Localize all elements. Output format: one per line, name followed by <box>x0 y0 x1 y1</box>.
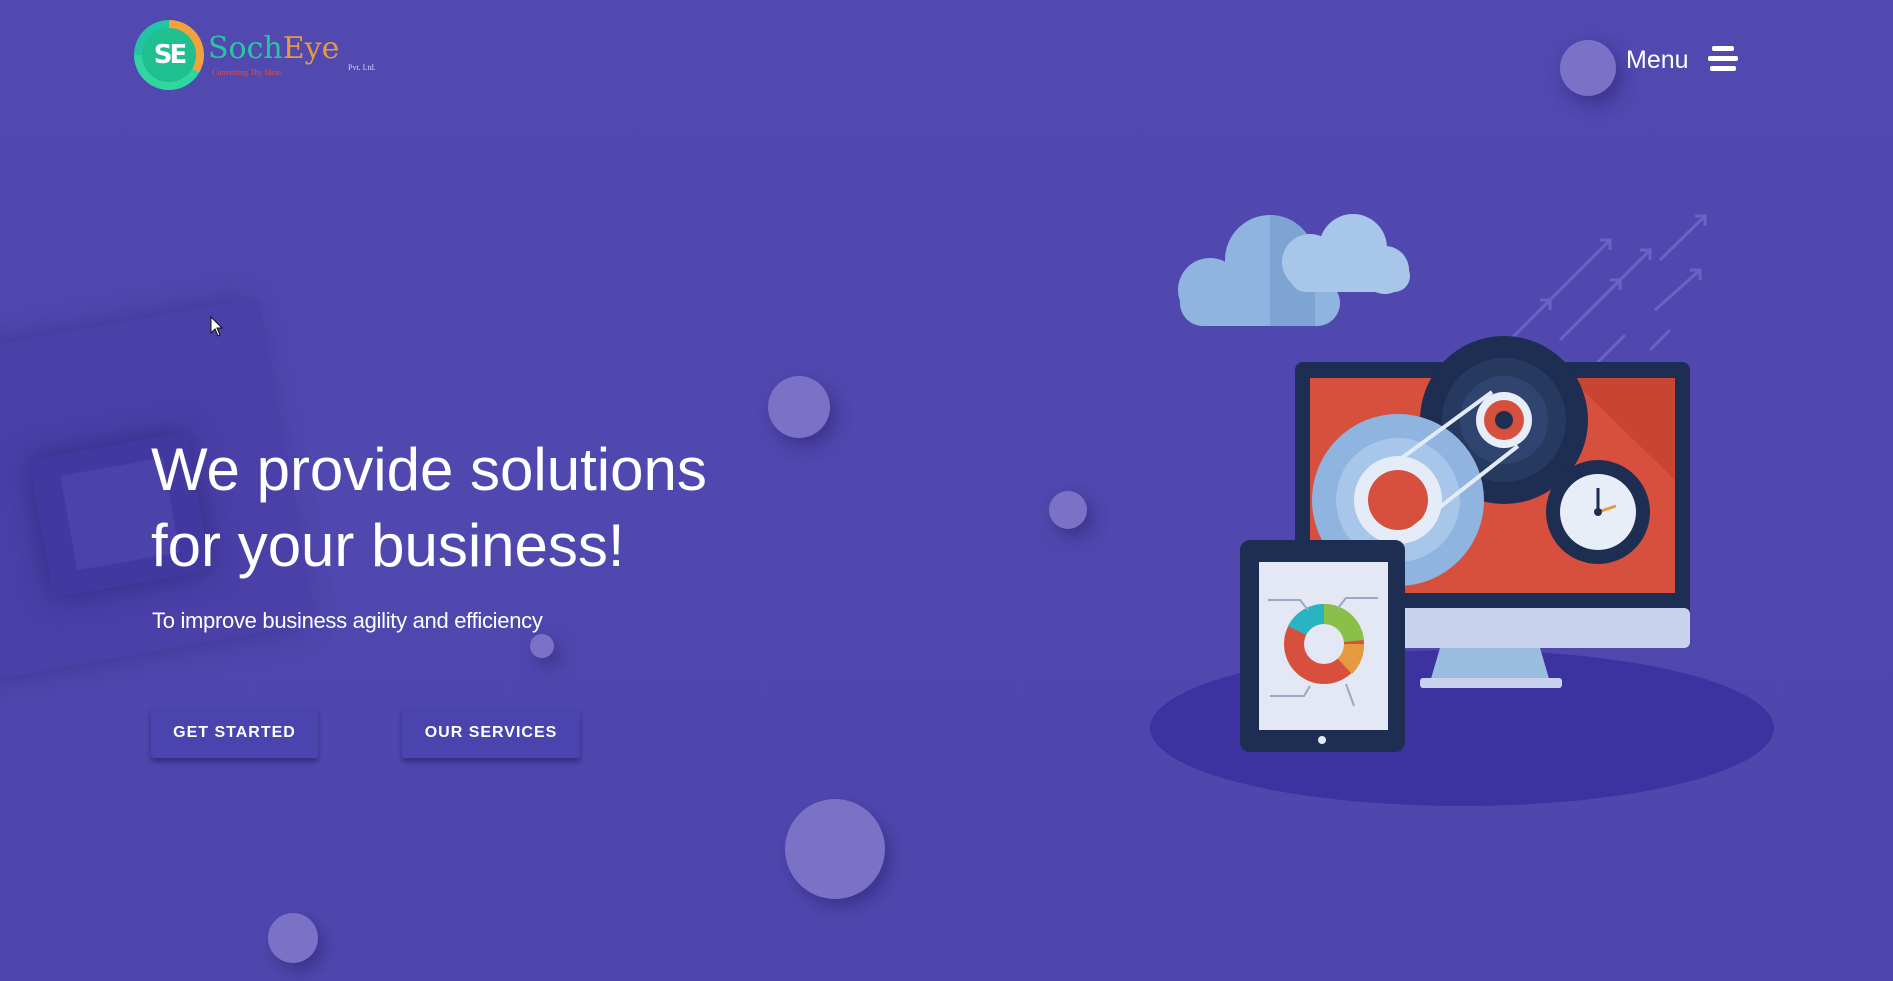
logo-mark-text: SE <box>142 28 196 82</box>
logo-suffix: Pvt. Ltd. <box>348 63 376 72</box>
mouse-pointer-icon <box>210 316 224 337</box>
cloud-icon <box>1178 214 1410 326</box>
landing-page: SE SochEye Converting Thy Ideas Pvt. Ltd… <box>0 0 1893 981</box>
menu-bubble <box>1560 40 1616 96</box>
hero-title: We provide solutions for your business! <box>151 432 871 584</box>
decorative-bubble <box>1049 491 1087 529</box>
hero-illustration <box>1140 200 1780 840</box>
our-services-button[interactable]: OUR SERVICES <box>402 708 580 758</box>
hero-subtitle: To improve business agility and efficien… <box>152 608 543 633</box>
menu-label: Menu <box>1626 46 1689 74</box>
decorative-bubble <box>268 913 318 963</box>
hamburger-menu-icon[interactable] <box>1708 46 1738 72</box>
decorative-bubble <box>785 799 885 899</box>
logo-tagline: Converting Thy Ideas <box>212 68 282 77</box>
menu-toggle-button[interactable]: Menu <box>1560 38 1740 98</box>
logo-word-part2: Eye <box>282 31 340 66</box>
decorative-bubble <box>768 376 830 438</box>
tablet-icon <box>1240 540 1405 752</box>
hero-title-line2: for your business! <box>151 512 625 579</box>
logo-mark-icon: SE <box>134 20 204 90</box>
cloud-computing-gears-monitor-tablet-illustration <box>1150 214 1774 806</box>
get-started-button[interactable]: GET STARTED <box>151 708 318 758</box>
hero-title-line1: We provide solutions <box>151 436 707 503</box>
site-logo[interactable]: SE SochEye Converting Thy Ideas Pvt. Ltd… <box>134 18 376 90</box>
decorative-bubble <box>530 634 554 658</box>
clock-icon <box>1546 460 1650 564</box>
logo-wordmark: SochEye <box>208 32 339 66</box>
logo-word-part1: Soch <box>208 31 283 66</box>
